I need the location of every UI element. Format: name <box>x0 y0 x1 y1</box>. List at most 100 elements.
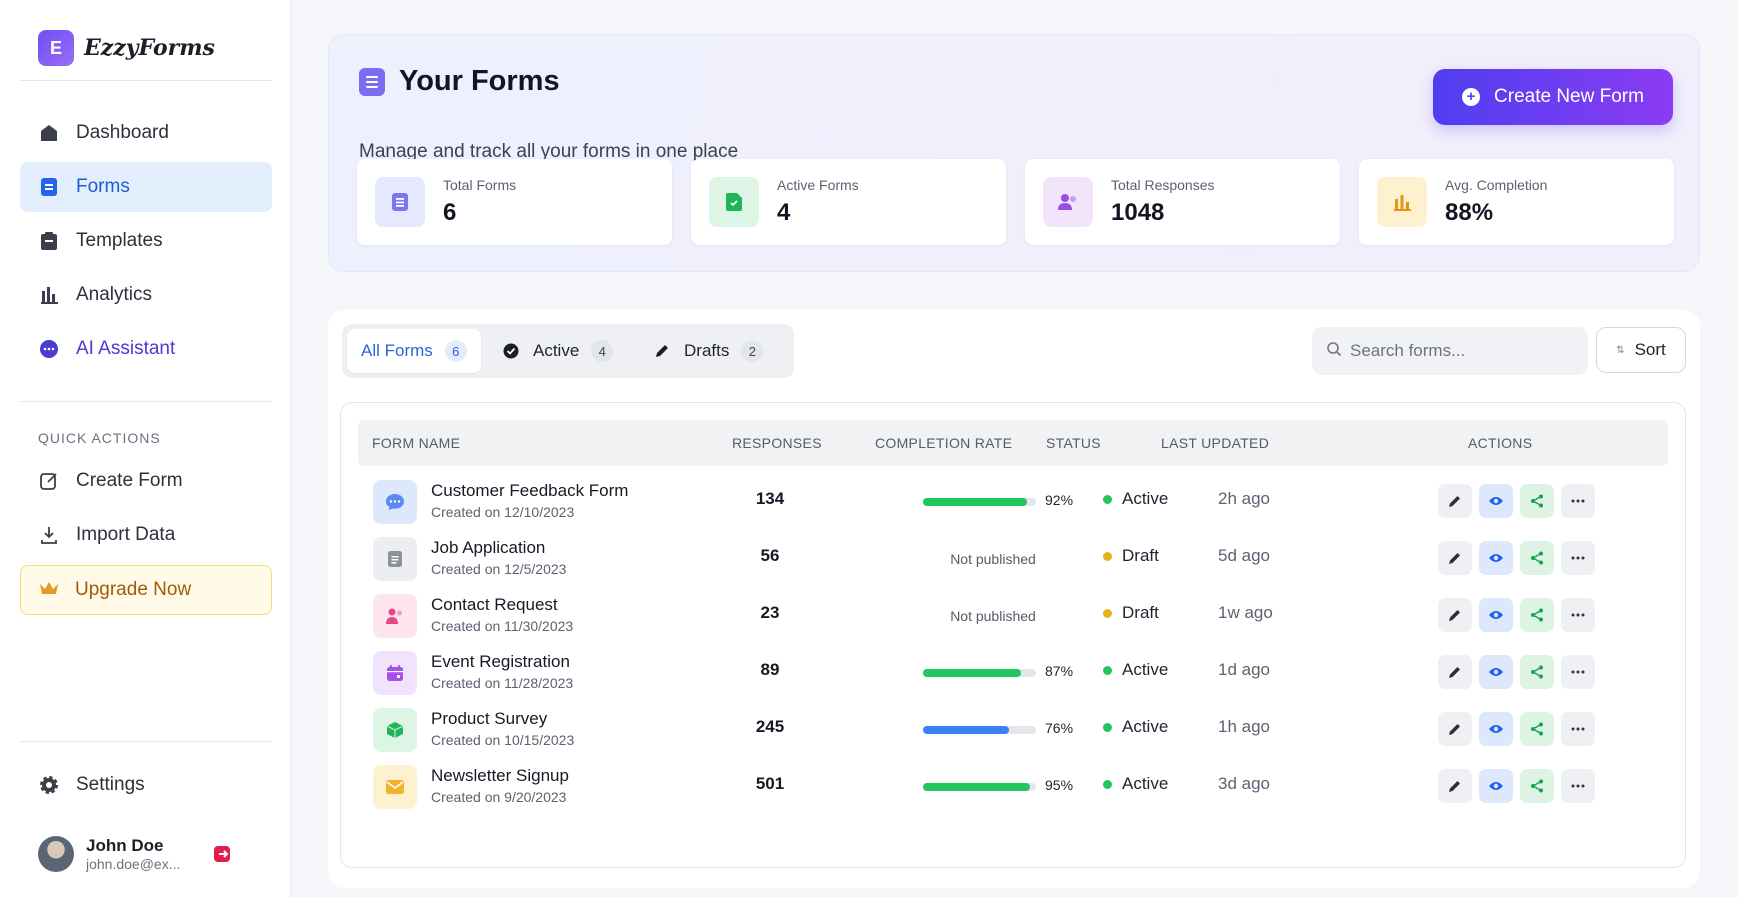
ellipsis-icon <box>1571 556 1585 560</box>
stat-label: Total Responses <box>1111 177 1215 193</box>
clipboard-icon <box>38 230 60 252</box>
status-label: Active <box>1122 660 1169 679</box>
sidebar-item-templates[interactable]: Templates <box>20 216 272 266</box>
tab-count-badge: 6 <box>444 340 467 362</box>
more-options-button[interactable] <box>1561 655 1595 689</box>
stat-value: 1048 <box>1111 199 1165 226</box>
form-name[interactable]: Job Application <box>431 538 545 558</box>
status-badge: Draft <box>1103 603 1159 623</box>
quick-action-import-data[interactable]: Import Data <box>20 510 272 560</box>
tab-all-forms[interactable]: All Forms 6 <box>347 329 481 373</box>
form-name[interactable]: Newsletter Signup <box>431 766 569 786</box>
edit-button[interactable] <box>1438 484 1472 518</box>
more-options-button[interactable] <box>1561 598 1595 632</box>
response-count: 245 <box>755 717 785 736</box>
eye-icon <box>1489 782 1503 790</box>
plus-circle-icon: + <box>1462 88 1481 106</box>
edit-button[interactable] <box>1438 598 1472 632</box>
sidebar-item-settings[interactable]: Settings <box>20 760 272 810</box>
status-badge: Active <box>1103 489 1168 509</box>
create-new-form-label: Create New Form <box>1494 86 1644 107</box>
sidebar-item-label: Analytics <box>76 284 153 305</box>
edit-button[interactable] <box>1438 541 1472 575</box>
share-button[interactable] <box>1520 769 1554 803</box>
form-name[interactable]: Event Registration <box>431 652 570 672</box>
edit-button[interactable] <box>1438 712 1472 746</box>
column-header[interactable]: FORM NAME <box>372 435 460 451</box>
status-dot <box>1103 779 1112 789</box>
share-button[interactable] <box>1520 598 1554 632</box>
more-options-button[interactable] <box>1561 712 1595 746</box>
search-box[interactable] <box>1312 327 1588 375</box>
table-row[interactable]: Job Application Created on 12/5/2023 56 Not… <box>358 526 1668 589</box>
table-row[interactable]: Newsletter Signup Created on 9/20/2023 501… <box>358 754 1668 817</box>
form-name[interactable]: Product Survey <box>431 709 547 729</box>
quick-action-create-form[interactable]: Create Form <box>20 456 272 506</box>
brand[interactable]: E EzzyForms <box>38 30 215 66</box>
sidebar-item-label: Dashboard <box>76 122 169 143</box>
forms-header-card: Your Forms Manage and track all your for… <box>328 34 1700 272</box>
tab-label: Drafts <box>684 341 730 360</box>
table-header: FORM NAME RESPONSES COMPLETION RATE STAT… <box>358 420 1668 466</box>
upgrade-button[interactable]: Upgrade Now <box>20 565 272 615</box>
create-new-form-button[interactable]: + Create New Form <box>1433 69 1673 125</box>
tab-active[interactable]: Active 4 <box>489 329 627 373</box>
stat-label: Total Forms <box>443 177 517 193</box>
view-button[interactable] <box>1479 769 1513 803</box>
share-button[interactable] <box>1520 712 1554 746</box>
share-button[interactable] <box>1520 484 1554 518</box>
bar-chart-icon <box>1377 177 1427 227</box>
view-button[interactable] <box>1479 712 1513 746</box>
sidebar-item-forms[interactable]: Forms <box>20 162 272 212</box>
sidebar-item-ai-assistant[interactable]: AI Assistant <box>20 324 272 374</box>
form-created-date: Created on 12/5/2023 <box>431 561 567 577</box>
more-options-button[interactable] <box>1561 769 1595 803</box>
eye-icon <box>1489 668 1503 676</box>
form-name[interactable]: Customer Feedback Form <box>431 481 628 501</box>
crown-icon <box>39 580 59 601</box>
filter-tabs: All Forms 6 Active 4 Drafts 2 <box>342 324 794 378</box>
sidebar-item-label: Settings <box>76 774 145 795</box>
response-count: 23 <box>760 603 780 622</box>
status-dot <box>1103 494 1112 504</box>
sidebar-item-analytics[interactable]: Analytics <box>20 270 272 320</box>
tab-drafts[interactable]: Drafts 2 <box>640 329 777 373</box>
stat-value: 6 <box>443 199 457 226</box>
response-count: 134 <box>755 489 785 508</box>
table-row[interactable]: Contact Request Created on 11/30/2023 23 No… <box>358 583 1668 646</box>
search-icon <box>1326 341 1342 362</box>
table-row[interactable]: Customer Feedback Form Created on 12/10/2… <box>358 469 1668 532</box>
table-row[interactable]: Event Registration Created on 11/28/2023 8… <box>358 640 1668 703</box>
share-button[interactable] <box>1520 655 1554 689</box>
table-row[interactable]: Product Survey Created on 10/15/2023 245 76… <box>358 697 1668 760</box>
completion-progress-bar <box>923 726 1036 734</box>
column-header[interactable]: LAST UPDATED <box>1161 435 1269 451</box>
user-profile[interactable]: John Doe john.doe@ex... <box>38 836 232 872</box>
forms-panel: All Forms 6 Active 4 Drafts 2 ⇅ Sort F <box>328 310 1700 888</box>
view-button[interactable] <box>1479 484 1513 518</box>
share-icon <box>1531 608 1543 622</box>
column-header[interactable]: COMPLETION RATE <box>875 435 1012 451</box>
more-options-button[interactable] <box>1561 484 1595 518</box>
edit-button[interactable] <box>1438 769 1472 803</box>
sidebar-item-dashboard[interactable]: Dashboard <box>20 108 272 158</box>
view-button[interactable] <box>1479 655 1513 689</box>
more-options-button[interactable] <box>1561 541 1595 575</box>
sort-button[interactable]: ⇅ Sort <box>1596 327 1686 373</box>
view-button[interactable] <box>1479 541 1513 575</box>
users-icon <box>1043 177 1093 227</box>
view-button[interactable] <box>1479 598 1513 632</box>
pencil-icon <box>1449 667 1460 678</box>
mail-icon <box>373 765 417 809</box>
sort-label: Sort <box>1634 340 1666 359</box>
column-header[interactable]: STATUS <box>1046 435 1101 451</box>
edit-button[interactable] <box>1438 655 1472 689</box>
logout-icon[interactable] <box>212 844 232 864</box>
form-created-date: Created on 11/30/2023 <box>431 618 574 634</box>
search-input[interactable] <box>1350 341 1570 361</box>
status-badge: Active <box>1103 717 1168 737</box>
share-button[interactable] <box>1520 541 1554 575</box>
form-name[interactable]: Contact Request <box>431 595 558 615</box>
chat-icon <box>373 480 417 524</box>
column-header[interactable]: RESPONSES <box>732 435 822 451</box>
